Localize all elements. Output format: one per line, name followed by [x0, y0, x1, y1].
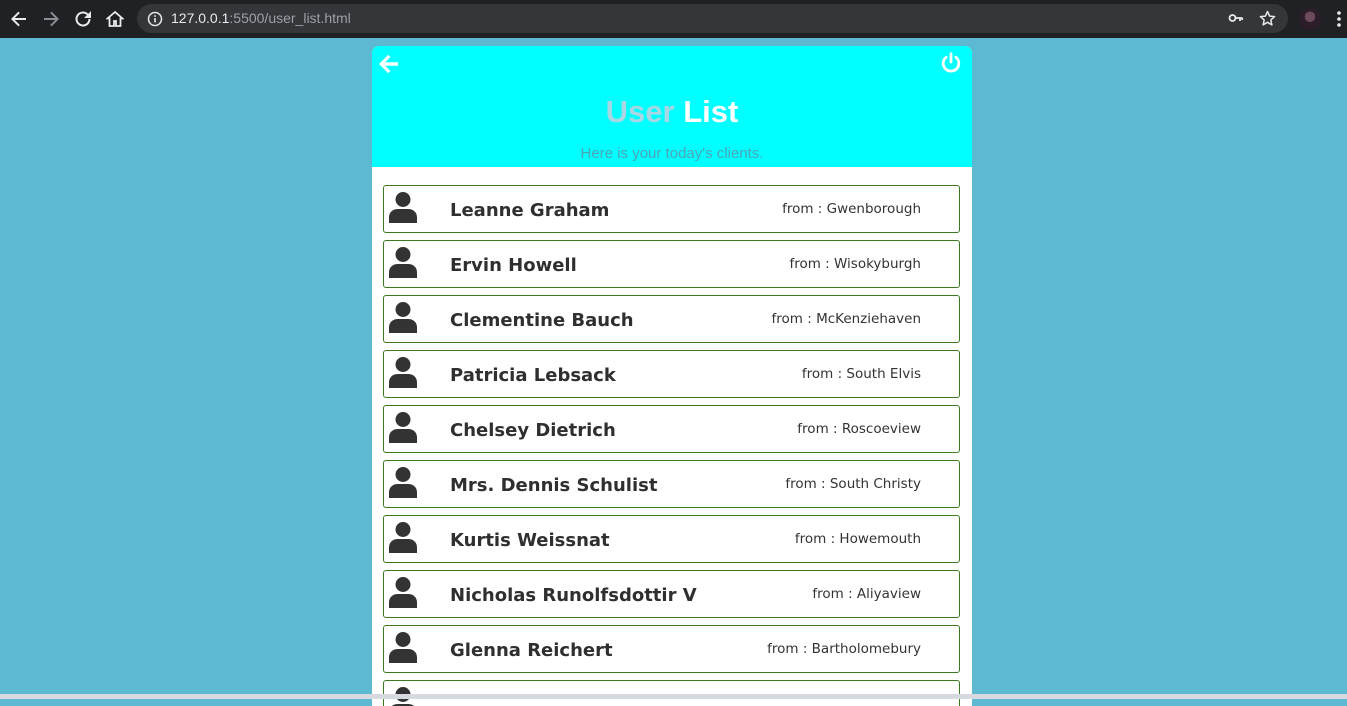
forward-arrow-icon[interactable] [41, 9, 61, 29]
user-row[interactable]: Kurtis Weissnat from : Howemouth [383, 515, 960, 563]
page-title: User List [372, 94, 972, 130]
person-icon [388, 466, 418, 498]
user-row[interactable]: Clementine Bauch from : McKenziehaven [383, 295, 960, 343]
profile-avatar[interactable] [1299, 8, 1321, 30]
person-icon [388, 246, 418, 278]
taskbar-strip [0, 694, 1347, 699]
user-from: from : South Christy [785, 476, 921, 492]
user-from: from : Aliyaview [812, 586, 921, 602]
user-name: Kurtis Weissnat [450, 530, 610, 551]
person-icon [388, 576, 418, 608]
url-path: :5500/user_list.html [229, 10, 351, 26]
user-name: Clementine Bauch [450, 310, 634, 331]
person-icon [388, 521, 418, 553]
user-list-card: User List Here is your today's clients. … [372, 46, 972, 706]
user-from: from : Bartholomebury [767, 641, 921, 657]
user-name: Chelsey Dietrich [450, 420, 616, 441]
person-icon [388, 631, 418, 663]
person-icon [388, 301, 418, 333]
user-name: Glenna Reichert [450, 640, 613, 661]
user-row[interactable] [383, 680, 960, 706]
page-subtitle: Here is your today's clients. [580, 145, 764, 162]
user-name: Mrs. Dennis Schulist [450, 475, 658, 496]
user-row[interactable]: Ervin Howell from : Wisokyburgh [383, 240, 960, 288]
user-from: from : Roscoeview [797, 421, 921, 437]
user-row[interactable]: Glenna Reichert from : Bartholomebury [383, 625, 960, 673]
user-row[interactable]: Nicholas Runolfsdottir V from : Aliyaview [383, 570, 960, 618]
bookmark-star-icon[interactable] [1259, 10, 1276, 31]
back-arrow-icon[interactable] [378, 54, 400, 74]
user-from: from : Wisokyburgh [789, 256, 921, 272]
user-row[interactable]: Chelsey Dietrich from : Roscoeview [383, 405, 960, 453]
more-menu-icon[interactable] [1336, 10, 1342, 32]
user-from: from : Gwenborough [782, 201, 921, 217]
user-from: from : Howemouth [794, 531, 921, 547]
back-arrow-icon[interactable] [9, 9, 29, 29]
card-header: User List Here is your today's clients. [372, 46, 972, 167]
title-part-user: User [605, 94, 675, 129]
person-icon [388, 356, 418, 388]
person-icon [388, 411, 418, 443]
user-from: from : South Elvis [801, 366, 921, 382]
user-name: Patricia Lebsack [450, 365, 616, 386]
url-text[interactable]: 127.0.0.1:5500/user_list.html [171, 10, 351, 26]
key-icon[interactable] [1228, 10, 1244, 30]
user-row[interactable]: Patricia Lebsack from : South Elvis [383, 350, 960, 398]
info-icon[interactable] [147, 11, 163, 31]
home-icon[interactable] [105, 9, 125, 29]
title-part-list: List [683, 94, 739, 129]
user-name: Leanne Graham [450, 200, 610, 221]
user-name: Ervin Howell [450, 255, 577, 276]
browser-toolbar: 127.0.0.1:5500/user_list.html [0, 0, 1347, 38]
reload-icon[interactable] [73, 9, 93, 29]
user-list: Leanne Graham from : Gwenborough Ervin How… [383, 185, 960, 706]
address-bar[interactable]: 127.0.0.1:5500/user_list.html [137, 4, 1288, 33]
user-row[interactable]: Leanne Graham from : Gwenborough [383, 185, 960, 233]
url-host: 127.0.0.1 [171, 10, 230, 26]
user-from: from : McKenziehaven [771, 311, 921, 327]
person-icon [388, 191, 418, 223]
user-row[interactable]: Mrs. Dennis Schulist from : South Christy [383, 460, 960, 508]
user-name: Nicholas Runolfsdottir V [450, 585, 697, 606]
power-icon[interactable] [940, 52, 962, 74]
